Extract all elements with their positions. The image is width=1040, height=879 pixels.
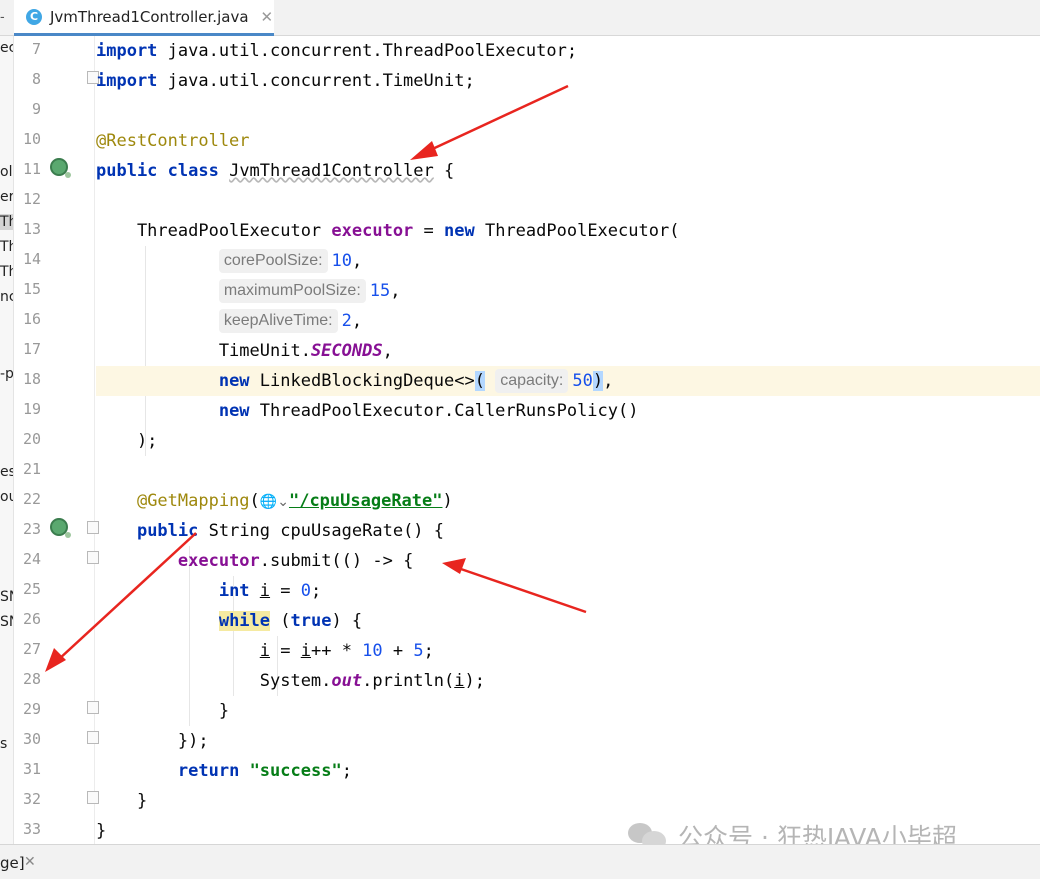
code-line-current: new LinkedBlockingDeque<>( capacity: 50), [96, 366, 1040, 396]
line-number: 32 [22, 790, 41, 808]
code-line: System.out.println(i); [96, 671, 485, 691]
bottom-tab-close-icon[interactable]: ✕ [24, 854, 36, 870]
line-number: 27 [22, 640, 41, 658]
project-item[interactable]: -p [0, 366, 13, 382]
param-hint: keepAliveTime: [218, 309, 338, 333]
project-item[interactable]: SN [0, 614, 13, 630]
code-line: executor.submit(() -> { [177, 551, 414, 571]
editor-tab-bar: - C JvmThread1Controller.java ✕ [0, 0, 1040, 36]
project-item[interactable]: Thr [0, 264, 13, 280]
line-number: 33 [22, 820, 41, 838]
code-line: int i = 0; [218, 581, 322, 601]
line-number: 24 [22, 550, 41, 568]
tab-scroll-left-icon[interactable]: - [0, 8, 12, 24]
project-item-selected[interactable]: Th [0, 214, 13, 230]
param-hint: corePoolSize: [218, 249, 328, 273]
code-editor[interactable]: import java.util.concurrent.ThreadPoolEx… [96, 36, 1040, 844]
project-item[interactable]: ec [0, 40, 13, 56]
line-number: 19 [22, 400, 41, 418]
code-line: @GetMapping(🌐⌄"/cpuUsageRate") [96, 486, 1040, 516]
java-class-icon: C [26, 8, 42, 25]
code-line: corePoolSize: 10, [96, 246, 1040, 276]
code-line: import java.util.concurrent.TimeUnit; [96, 71, 475, 91]
code-line: import java.util.concurrent.ThreadPoolEx… [96, 41, 578, 61]
line-number: 11 [22, 160, 41, 178]
project-item[interactable]: ole [0, 164, 13, 180]
line-number: 15 [22, 280, 41, 298]
line-number: 8 [31, 70, 41, 88]
code-line: maximumPoolSize: 15, [96, 276, 1040, 306]
code-line: } [96, 791, 148, 811]
code-line: } [96, 701, 230, 721]
line-number: 13 [22, 220, 41, 238]
spring-bean-icon[interactable] [50, 518, 71, 538]
line-number: 23 [22, 520, 41, 538]
line-number: 16 [22, 310, 41, 328]
code-line: keepAliveTime: 2, [96, 306, 1040, 336]
bottom-tool-bar: ge] ✕ [0, 844, 1040, 879]
project-item[interactable]: ou [0, 489, 13, 505]
line-number: 14 [22, 250, 41, 268]
code-line: ThreadPoolExecutor executor = new Thread… [96, 221, 680, 241]
tab-close-icon[interactable]: ✕ [261, 8, 274, 26]
tab-jvmthread1controller[interactable]: C JvmThread1Controller.java ✕ [14, 0, 274, 36]
code-line: new ThreadPoolExecutor.CallerRunsPolicy(… [218, 401, 639, 421]
line-number: 22 [22, 490, 41, 508]
line-number: 18 [22, 370, 41, 388]
project-item[interactable]: es [0, 464, 13, 480]
tab-label: JvmThread1Controller.java [50, 7, 249, 26]
line-number: 9 [31, 100, 41, 118]
project-item[interactable]: nc [0, 289, 13, 305]
project-item[interactable]: Thr [0, 239, 13, 255]
code-line: while (true) { [218, 611, 363, 631]
project-panel: ec ole er Th Thr Thr nc -p es ou SN SN s [0, 36, 14, 844]
code-line: i = i++ * 10 + 5; [259, 641, 434, 661]
line-number: 31 [22, 760, 41, 778]
line-number: 20 [22, 430, 41, 448]
line-number: 25 [22, 580, 41, 598]
line-number: 29 [22, 700, 41, 718]
code-line: TimeUnit.SECONDS, [96, 341, 393, 361]
bottom-tab-label[interactable]: ge] [0, 854, 25, 872]
project-item[interactable]: s [0, 736, 13, 752]
spring-bean-icon[interactable] [50, 158, 71, 178]
line-number: 10 [22, 130, 41, 148]
line-number: 21 [22, 460, 41, 478]
param-hint: maximumPoolSize: [218, 279, 366, 303]
line-number: 30 [22, 730, 41, 748]
code-line: }); [96, 731, 209, 751]
param-hint: capacity: [495, 369, 569, 393]
project-item[interactable]: er [0, 189, 13, 205]
line-number: 12 [22, 190, 41, 208]
line-number: 26 [22, 610, 41, 628]
editor-gutter: 7 8 9 10 11 12 13 14 15 16 17 18 19 20 2… [15, 36, 99, 844]
line-number: 7 [31, 40, 41, 58]
code-line: public class JvmThread1Controller { [96, 161, 455, 181]
code-line: ); [96, 431, 158, 451]
code-line: public String cpuUsageRate() { [136, 521, 445, 541]
code-line: @RestController [96, 131, 250, 151]
line-number: 17 [22, 340, 41, 358]
code-line: return "success"; [177, 761, 352, 781]
globe-icon[interactable]: 🌐⌄ [260, 487, 289, 517]
line-number: 28 [22, 670, 41, 688]
project-item[interactable]: SN [0, 589, 13, 605]
